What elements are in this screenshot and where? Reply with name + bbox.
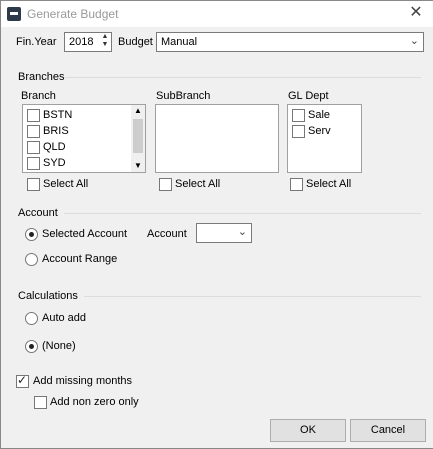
- fin-year-value: 2018: [69, 36, 94, 48]
- auto-add-label: Auto add: [42, 312, 87, 324]
- branch-item-label: SYD: [43, 157, 66, 169]
- spinner-arrows-icon[interactable]: ▲ ▼: [100, 33, 110, 51]
- account-section-label: Account: [18, 207, 58, 219]
- branch-list[interactable]: BSTN BRIS QLD SYD ▲ ▼: [22, 104, 146, 173]
- selected-account-radio[interactable]: [25, 228, 38, 241]
- none-radio[interactable]: [25, 340, 38, 353]
- fin-year-label: Fin.Year: [16, 36, 57, 48]
- calculations-section-label: Calculations: [18, 290, 78, 302]
- gldept-select-all-label: Select All: [306, 178, 352, 190]
- branch-scrollbar[interactable]: ▲ ▼: [131, 105, 145, 172]
- generate-budget-dialog: Generate Budget ✕ Fin.Year 2018 ▲ ▼ Budge…: [0, 0, 433, 449]
- subbranch-select-all-label: Select All: [175, 178, 221, 190]
- ok-button[interactable]: OK: [270, 419, 346, 442]
- scroll-up-icon[interactable]: ▲: [131, 105, 145, 117]
- branch-item-label: BRIS: [43, 125, 69, 137]
- branch-item-label: BSTN: [43, 109, 73, 121]
- branch-checkbox[interactable]: [27, 125, 40, 138]
- account-select[interactable]: ⌄: [196, 223, 252, 243]
- subbranch-list[interactable]: [155, 104, 279, 173]
- selected-account-label: Selected Account: [42, 228, 128, 240]
- account-label: Account: [147, 228, 187, 240]
- fin-year-spinner[interactable]: 2018 ▲ ▼: [64, 32, 112, 52]
- add-non-zero-only-checkbox[interactable]: [34, 396, 47, 409]
- divider: [64, 213, 421, 214]
- subbranch-select-all-checkbox[interactable]: [159, 178, 172, 191]
- subbranch-header: SubBranch: [156, 90, 211, 102]
- gldept-select-all-checkbox[interactable]: [290, 178, 303, 191]
- auto-add-radio[interactable]: [25, 312, 38, 325]
- add-missing-months-checkbox[interactable]: [16, 373, 29, 388]
- title-bar: Generate Budget ✕: [1, 1, 433, 27]
- account-range-label: Account Range: [42, 253, 118, 265]
- branches-section-label: Branches: [18, 71, 65, 83]
- branch-item-label: QLD: [43, 141, 66, 153]
- gldept-checkbox[interactable]: [292, 109, 305, 122]
- branch-checkbox[interactable]: [27, 157, 40, 170]
- gldept-list[interactable]: Sale Serv: [287, 104, 362, 173]
- gldept-checkbox[interactable]: [292, 125, 305, 138]
- divider: [84, 296, 421, 297]
- account-range-radio[interactable]: [25, 253, 38, 266]
- divider: [65, 77, 421, 78]
- gldept-header: GL Dept: [288, 90, 329, 102]
- gldept-item-label: Serv: [308, 125, 331, 137]
- cancel-button[interactable]: Cancel: [350, 419, 426, 442]
- branch-header: Branch: [21, 90, 56, 102]
- budget-value: Manual: [161, 36, 198, 48]
- branch-select-all-label: Select All: [43, 178, 89, 190]
- gldept-item-label: Sale: [308, 109, 331, 121]
- chevron-down-icon: ⌄: [237, 226, 247, 238]
- branch-checkbox[interactable]: [27, 109, 40, 122]
- scroll-thumb[interactable]: [133, 119, 143, 153]
- add-missing-months-label: Add missing months: [33, 375, 133, 387]
- budget-select[interactable]: Manual ⌄: [156, 32, 424, 52]
- add-non-zero-only-label: Add non zero only: [50, 396, 139, 408]
- window-title: Generate Budget: [27, 7, 119, 21]
- close-icon[interactable]: ✕: [407, 4, 425, 22]
- scroll-down-icon[interactable]: ▼: [131, 160, 145, 172]
- none-label: (None): [42, 340, 76, 352]
- app-logo-icon: [7, 7, 21, 21]
- budget-label: Budget: [118, 36, 153, 48]
- chevron-down-icon: ⌄: [409, 35, 419, 47]
- branch-select-all-checkbox[interactable]: [27, 178, 40, 191]
- branch-checkbox[interactable]: [27, 141, 40, 154]
